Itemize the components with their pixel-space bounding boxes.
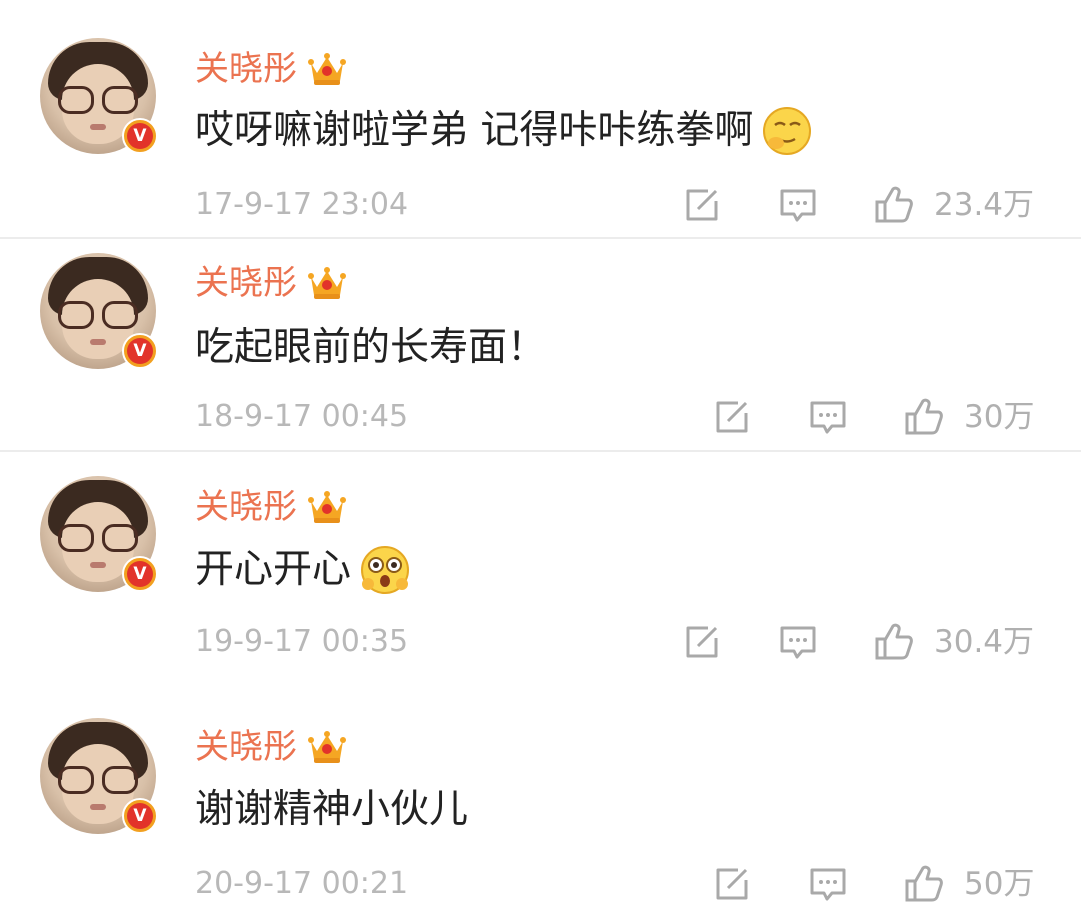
share-icon[interactable] — [682, 185, 722, 225]
comment-item: V 关晓彤 吃起眼前的长寿面！ 18-9-17 00:45 30万 — [0, 239, 1081, 450]
comment-text-row: 开心开心 — [195, 544, 411, 596]
username-row: 关晓彤 — [195, 261, 347, 305]
thumbs-up-icon[interactable] — [874, 185, 914, 225]
timestamp: 20-9-17 00:21 — [195, 866, 409, 901]
avatar-glasses — [58, 766, 138, 794]
verified-badge-icon: V — [122, 118, 158, 154]
crown-icon — [308, 731, 346, 763]
avatar-glasses — [58, 86, 138, 114]
username-row: 关晓彤 — [195, 47, 347, 91]
timestamp: 17-9-17 23:04 — [195, 187, 409, 222]
username[interactable]: 关晓彤 — [195, 485, 297, 529]
crown-icon — [308, 491, 346, 523]
thumbs-up-icon[interactable] — [904, 864, 944, 904]
username[interactable]: 关晓彤 — [195, 725, 297, 769]
avatar-mouth — [90, 339, 106, 345]
comment-text: 谢谢精神小伙儿 — [195, 787, 469, 832]
comment-text-row: 哎呀嘛谢啦学弟 记得咔咔练拳啊 — [195, 105, 813, 157]
verified-badge-icon: V — [122, 798, 158, 834]
share-icon[interactable] — [712, 397, 752, 437]
verified-badge-icon: V — [122, 333, 158, 369]
comment-item: V 关晓彤 哎呀嘛谢啦学弟 记得咔咔练拳啊 17-9-17 23:04 23.4… — [0, 0, 1081, 238]
username[interactable]: 关晓彤 — [195, 47, 297, 91]
like-count: 30万 — [964, 399, 1035, 435]
comment-text: 哎呀嘛谢啦学弟 记得咔咔练拳啊 — [195, 108, 754, 153]
comment-text-row: 吃起眼前的长寿面！ — [195, 323, 546, 373]
comment-item: V 关晓彤 谢谢精神小伙儿 20-9-17 00:21 50万 — [0, 696, 1081, 922]
crown-icon — [308, 53, 346, 85]
comment-icon[interactable] — [808, 397, 848, 437]
comment-text-row: 谢谢精神小伙儿 — [195, 785, 468, 835]
avatar[interactable]: V — [40, 476, 158, 592]
like-count: 30.4万 — [934, 624, 1035, 660]
avatar[interactable]: V — [40, 253, 158, 369]
comment-text: 开心开心 — [195, 547, 352, 592]
comment-icon[interactable] — [778, 185, 818, 225]
like-count: 23.4万 — [934, 187, 1035, 223]
crown-icon — [308, 267, 346, 299]
avatar[interactable]: V — [40, 718, 158, 834]
avatar-mouth — [90, 804, 106, 810]
avatar-glasses — [58, 524, 138, 552]
share-icon[interactable] — [682, 622, 722, 662]
like-count: 50万 — [964, 866, 1035, 902]
smirk-emoji — [763, 107, 812, 155]
verified-badge-icon: V — [122, 556, 158, 592]
username-row: 关晓彤 — [195, 725, 347, 769]
username[interactable]: 关晓彤 — [195, 261, 297, 305]
comment-icon[interactable] — [778, 622, 818, 662]
avatar-mouth — [90, 562, 106, 568]
thumbs-up-icon[interactable] — [874, 622, 914, 662]
timestamp: 19-9-17 00:35 — [195, 624, 409, 659]
avatar-glasses — [58, 301, 138, 329]
username-row: 关晓彤 — [195, 485, 347, 529]
comment-item: V 关晓彤 开心开心 19-9-17 00:35 30.4万 — [0, 452, 1081, 682]
thumbs-up-icon[interactable] — [904, 397, 944, 437]
share-icon[interactable] — [712, 864, 752, 904]
avatar[interactable]: V — [40, 38, 158, 154]
timestamp: 18-9-17 00:45 — [195, 399, 409, 434]
excited-emoji — [361, 546, 410, 594]
avatar-mouth — [90, 124, 106, 130]
comment-text: 吃起眼前的长寿面！ — [195, 325, 547, 370]
comment-icon[interactable] — [808, 864, 848, 904]
